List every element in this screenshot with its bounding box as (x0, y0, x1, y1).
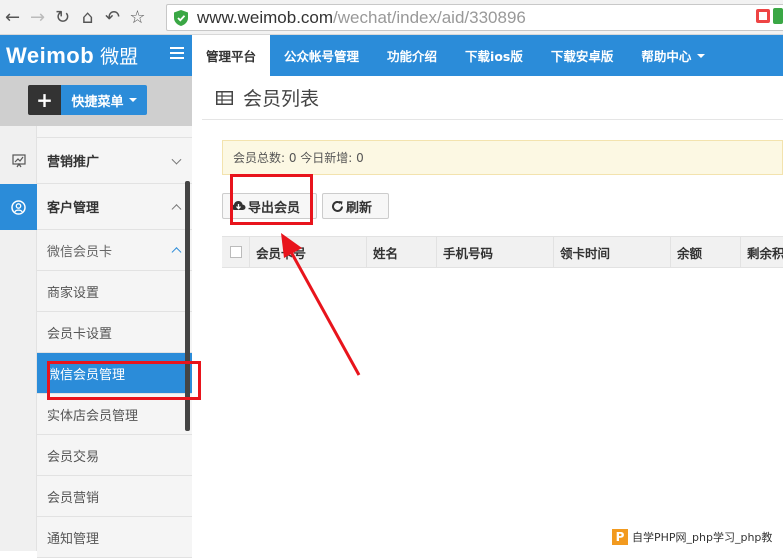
column-label: 手机号码 (443, 245, 494, 261)
tab-label: 公众帐号管理 (284, 49, 360, 64)
forward-icon[interactable]: → (25, 2, 50, 32)
sidebar-item-merchant-settings[interactable]: 商家设置 (37, 271, 192, 312)
quick-menu-area: + 快捷菜单 (0, 76, 192, 126)
tab-help-center[interactable]: 帮助中心 (627, 35, 719, 76)
sidebar-item-label: 会员交易 (47, 449, 100, 465)
member-stats-alert: 会员总数: 0 今日新增: 0 (222, 140, 783, 175)
url-path: /wechat/index/aid/330896 (333, 7, 526, 27)
sidebar-subgroup-wechat-card[interactable]: 微信会员卡 (37, 230, 192, 271)
plus-icon: + (28, 85, 61, 115)
column-label: 余额 (677, 245, 703, 261)
sidebar-group-marketing[interactable]: 营销推广 (37, 138, 192, 184)
brand-logo[interactable]: Weimob (6, 43, 94, 69)
column-header-card-number[interactable]: 会员卡号 (250, 237, 367, 267)
sidebar-item-label: 实体店会员管理 (47, 408, 139, 424)
tab-download-ios[interactable]: 下载ios版 (451, 35, 537, 76)
tab-label: 下载安卓版 (550, 49, 614, 64)
address-bar[interactable]: www.weimob.com/wechat/index/aid/330896 (166, 4, 783, 31)
sidebar-menu: 营销推广 客户管理 微信会员卡 商家设置 会员卡设置 微信会员管理 实体店会员管… (37, 126, 192, 558)
column-label: 领卡时间 (560, 245, 611, 261)
undo-icon[interactable]: ↶ (100, 2, 125, 32)
column-label: 会员卡号 (256, 245, 307, 261)
member-table-header: 会员卡号 姓名 手机号码 领卡时间 余额 剩余积 (222, 236, 783, 268)
sidebar-icon-column (0, 126, 37, 551)
page-header: 会员列表 (202, 76, 783, 120)
select-all-cell (222, 237, 250, 267)
annotation-highlight-menu-item (47, 361, 201, 400)
browser-toolbar: ← → ↻ ⌂ ↶ ☆ www.weimob.com/wechat/index/… (0, 0, 783, 35)
sidebar-group-customer[interactable]: 客户管理 (37, 184, 192, 230)
refresh-icon (332, 200, 343, 212)
chevron-up-icon (171, 203, 182, 214)
caret-down-icon (697, 53, 706, 58)
sidebar-item-label: 通知管理 (47, 531, 100, 547)
menu-toggle-icon[interactable] (170, 47, 184, 60)
sidebar-group-label: 客户管理 (47, 201, 100, 216)
extension-icons (755, 8, 783, 24)
sidebar-item-card-settings[interactable]: 会员卡设置 (37, 312, 192, 353)
table-grid-icon (216, 90, 233, 105)
annotation-highlight-export (230, 174, 313, 225)
quick-menu-button[interactable]: + 快捷菜单 (28, 85, 147, 115)
member-stats-text: 会员总数: 0 今日新增: 0 (233, 151, 364, 165)
column-label: 姓名 (373, 245, 399, 261)
column-header-balance[interactable]: 余额 (671, 237, 741, 267)
reload-icon[interactable]: ↻ (50, 2, 75, 32)
column-header-remaining-points[interactable]: 剩余积 (741, 237, 783, 267)
tab-label: 功能介绍 (387, 49, 438, 64)
column-header-card-time[interactable]: 领卡时间 (554, 237, 671, 267)
tab-account-management[interactable]: 公众帐号管理 (270, 35, 373, 76)
column-header-name[interactable]: 姓名 (367, 237, 437, 267)
home-icon[interactable]: ⌂ (75, 2, 100, 32)
back-icon[interactable]: ← (0, 2, 25, 32)
caret-down-icon (128, 98, 137, 102)
sidebar-item-store-member-management[interactable]: 实体店会员管理 (37, 394, 192, 435)
customer-icon[interactable] (0, 184, 37, 230)
sidebar-subgroup-label: 微信会员卡 (47, 244, 113, 260)
bookmark-star-icon[interactable]: ☆ (125, 2, 150, 32)
tab-features[interactable]: 功能介绍 (373, 35, 451, 76)
refresh-button[interactable]: 刷新 (322, 193, 389, 219)
watermark-logo: P (612, 529, 628, 545)
marketing-chart-icon[interactable] (0, 138, 37, 184)
extension-shield-icon[interactable] (773, 8, 783, 24)
top-navigation: 管理平台 公众帐号管理 功能介绍 下载ios版 下载安卓版 帮助中心 (192, 35, 783, 76)
menu-spacer (37, 126, 192, 138)
sidebar-group-label: 营销推广 (47, 155, 100, 170)
select-all-checkbox[interactable] (229, 246, 242, 258)
watermark-text: 自学PHP网_php学习_php教 (632, 531, 773, 544)
sidebar-item-notification-management[interactable]: 通知管理 (37, 517, 192, 558)
url-host: www.weimob.com (197, 7, 334, 27)
sidebar-item-member-transactions[interactable]: 会员交易 (37, 435, 192, 476)
chevron-down-icon (171, 154, 182, 165)
tab-download-android[interactable]: 下载安卓版 (537, 35, 628, 76)
sidebar-item-label: 商家设置 (47, 285, 100, 301)
tab-management-platform[interactable]: 管理平台 (192, 35, 271, 76)
tab-label: 管理平台 (206, 49, 257, 64)
tab-label: 下载ios版 (465, 49, 523, 64)
site-watermark: P 自学PHP网_php学习_php教 (612, 526, 783, 548)
sidebar-item-label: 会员营销 (47, 490, 100, 506)
column-header-phone[interactable]: 手机号码 (437, 237, 554, 267)
brand-logo-cn: 微盟 (100, 46, 139, 68)
page-title: 会员列表 (243, 88, 320, 110)
quick-menu-label: 快捷菜单 (71, 94, 124, 110)
column-label: 剩余积 (747, 245, 783, 261)
sidebar: 营销推广 客户管理 微信会员卡 商家设置 会员卡设置 微信会员管理 实体店会员管… (0, 126, 192, 558)
brand-bar: Weimob 微盟 (0, 35, 192, 76)
tab-label: 帮助中心 (641, 49, 692, 64)
sidebar-item-member-marketing[interactable]: 会员营销 (37, 476, 192, 517)
refresh-label: 刷新 (346, 200, 373, 216)
chevron-up-icon (171, 247, 182, 258)
translate-icon[interactable] (755, 8, 771, 24)
security-shield-icon (174, 9, 188, 26)
sidebar-item-label: 会员卡设置 (47, 326, 113, 342)
